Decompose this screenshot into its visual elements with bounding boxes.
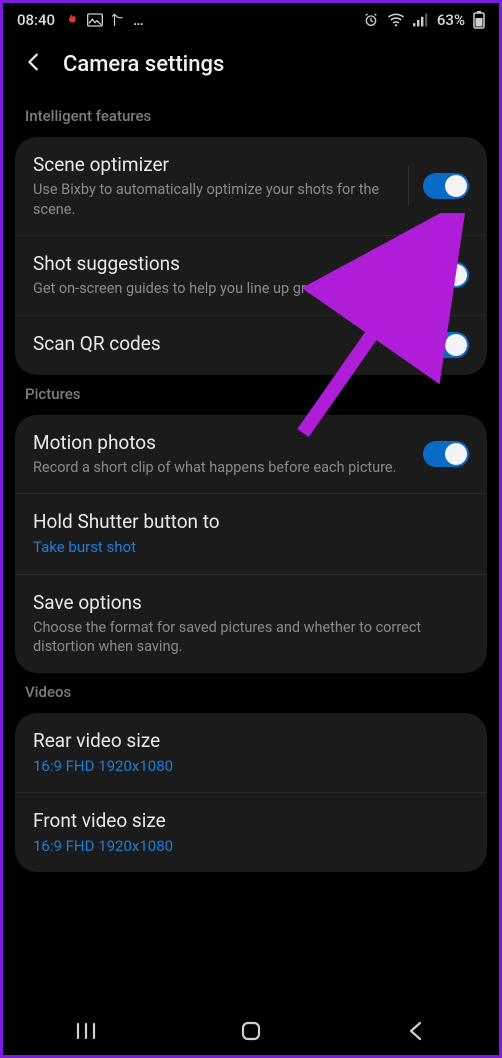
section-intelligent-label: Intelligent features: [15, 97, 487, 137]
toggle-scan-qr[interactable]: [423, 332, 469, 358]
navigation-bar: [3, 1007, 499, 1055]
signal-icon: [413, 13, 429, 27]
fire-icon: [63, 12, 79, 28]
alarm-icon: [363, 12, 379, 28]
section-videos: Rear video size 16:9 FHD 1920x1080 Front…: [15, 713, 487, 873]
row-subtitle: Get on-screen guides to help you line up…: [33, 279, 413, 299]
settings-scroll[interactable]: Intelligent features Scene optimizer Use…: [3, 97, 499, 991]
nav-home[interactable]: [221, 1011, 281, 1051]
more-icon: [133, 11, 145, 29]
row-value: Take burst shot: [33, 537, 459, 557]
back-button[interactable]: [23, 51, 45, 77]
phone-screen: 08:40 63%: [0, 0, 502, 1058]
row-title: Scan QR codes: [33, 332, 413, 355]
row-scan-qr[interactable]: Scan QR codes: [15, 316, 487, 375]
network-icon: [111, 13, 125, 27]
wifi-icon: [387, 13, 405, 27]
row-title: Rear video size: [33, 729, 459, 752]
clock: 08:40: [17, 11, 55, 29]
toggle-shot-suggestions[interactable]: [423, 262, 469, 288]
row-subtitle: Use Bixby to automatically optimize your…: [33, 180, 394, 219]
row-title: Shot suggestions: [33, 252, 413, 275]
row-title: Hold Shutter button to: [33, 510, 459, 533]
row-save-options[interactable]: Save options Choose the format for saved…: [15, 575, 487, 673]
row-rear-video-size[interactable]: Rear video size 16:9 FHD 1920x1080: [15, 713, 487, 793]
nav-back[interactable]: [386, 1011, 446, 1051]
status-bar: 08:40 63%: [3, 3, 499, 33]
row-title: Motion photos: [33, 431, 413, 454]
row-hold-shutter[interactable]: Hold Shutter button to Take burst shot: [15, 494, 487, 574]
toggle-divider: [408, 166, 409, 206]
row-front-video-size[interactable]: Front video size 16:9 FHD 1920x1080: [15, 793, 487, 872]
row-subtitle: Record a short clip of what happens befo…: [33, 458, 413, 478]
row-value: 16:9 FHD 1920x1080: [33, 836, 459, 856]
row-subtitle: Choose the format for saved pictures and…: [33, 618, 459, 657]
toggle-motion-photos[interactable]: [423, 441, 469, 467]
section-videos-label: Videos: [15, 673, 487, 713]
section-pictures-label: Pictures: [15, 375, 487, 415]
row-motion-photos[interactable]: Motion photos Record a short clip of wha…: [15, 415, 487, 495]
page-title: Camera settings: [63, 52, 224, 77]
battery-percent: 63%: [437, 11, 465, 29]
nav-recents[interactable]: [56, 1011, 116, 1051]
section-pictures: Motion photos Record a short clip of wha…: [15, 415, 487, 673]
battery-icon: [473, 11, 485, 29]
app-header: Camera settings: [3, 33, 499, 97]
section-intelligent: Scene optimizer Use Bixby to automatical…: [15, 137, 487, 375]
row-title: Front video size: [33, 809, 459, 832]
row-title: Save options: [33, 591, 459, 614]
row-scene-optimizer[interactable]: Scene optimizer Use Bixby to automatical…: [15, 137, 487, 236]
row-shot-suggestions[interactable]: Shot suggestions Get on-screen guides to…: [15, 236, 487, 316]
picture-icon: [87, 13, 103, 27]
row-title: Scene optimizer: [33, 153, 394, 176]
row-value: 16:9 FHD 1920x1080: [33, 756, 459, 776]
toggle-scene-optimizer[interactable]: [423, 173, 469, 199]
